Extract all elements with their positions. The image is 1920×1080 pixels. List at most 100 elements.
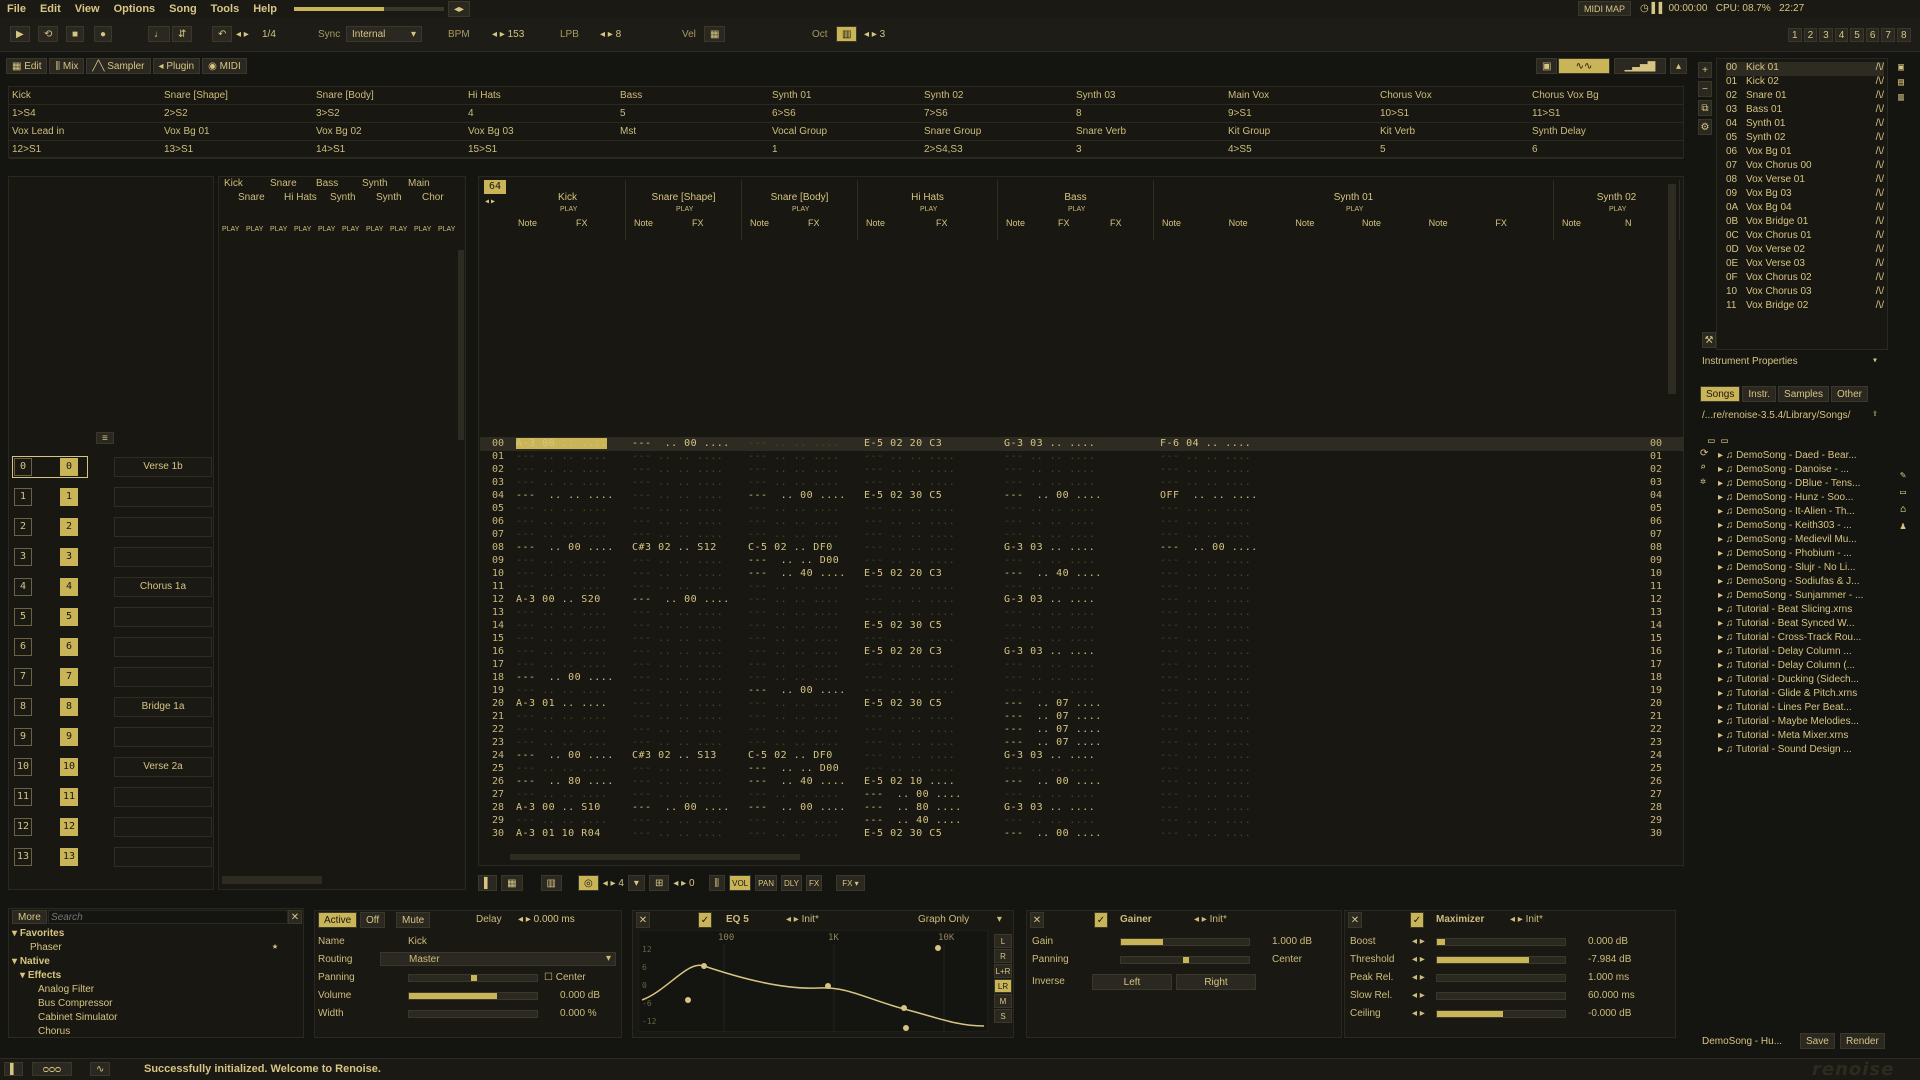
tab-midi[interactable]: ◉ MIDI [202,58,247,74]
sequence-slot-number[interactable]: 3 [14,548,32,566]
pan-column-button[interactable]: PAN [755,875,777,891]
column-header[interactable]: N [1625,218,1632,228]
boost-stepper[interactable]: ◂ ▸ [1412,936,1425,947]
sequence-pattern-number[interactable]: 5 [60,608,78,626]
instrument-item[interactable]: 0A Vox Bg 04 /\/ [1726,202,1884,216]
pattern-cell[interactable]: A-3 00 .. S20 [516,594,601,605]
routing-track-name[interactable]: Vox Bg 02 [313,123,465,140]
slow-value[interactable]: 60.000 ms [1588,990,1635,1001]
gain-slider[interactable] [1120,938,1250,946]
pattern-cell[interactable]: --- .. 07 .... [1004,724,1102,735]
instrument-item[interactable]: 0D Vox Verse 02 /\/ [1726,244,1884,258]
pattern-cell[interactable]: --- .. .. .... [748,646,839,657]
pattern-cell[interactable]: --- .. .. .... [1160,672,1251,683]
pattern-cell[interactable]: E-5 02 20 C3 [864,646,942,657]
sequence-slot-number[interactable]: 11 [14,788,32,806]
pattern-cell[interactable]: --- .. .. .... [864,685,955,696]
pattern-cell[interactable]: C-5 02 .. DF0 [748,542,833,553]
status-toggle-icon[interactable]: ▌ [4,1062,24,1076]
pattern-cell[interactable]: --- .. .. .... [1004,477,1095,488]
sync-dropdown[interactable]: Internal ▾ [346,26,422,42]
pattern-cell[interactable]: --- .. .. .... [864,529,955,540]
device-phaser[interactable]: Phaser [30,942,62,953]
pattern-cell[interactable]: --- .. .. .... [1160,516,1251,527]
track-header[interactable]: Bass PLAY Note FX FX [998,180,1154,240]
star-icon[interactable]: ★ [272,941,278,952]
panning-slider[interactable] [408,974,538,982]
sequence-section-name[interactable] [114,517,212,537]
pattern-cell[interactable]: --- .. .. .... [748,438,839,449]
sequence-slot-number[interactable]: 12 [14,818,32,836]
pattern-cell[interactable]: --- .. .. .... [632,607,723,618]
tab-samples[interactable]: Samples [1778,386,1829,402]
instrument-item[interactable]: 04 Synth 01 /\/ [1726,118,1884,132]
spectrum-button[interactable]: ▁▃▅▇ [1614,58,1666,74]
menu-song[interactable]: Song [162,3,204,15]
pattern-cell[interactable]: F-6 04 .. .... [1160,438,1251,449]
routing-track-send[interactable]: 1 [769,141,921,158]
sequence-section-name[interactable] [114,787,212,807]
routing-track-name[interactable]: Mst [617,123,769,140]
song-file-item[interactable]: ▸ ♫ Tutorial - Delay Column ... [1718,646,1894,660]
instrument-properties-label[interactable]: Instrument Properties [1702,356,1798,367]
ceiling-slider[interactable] [1436,1010,1566,1018]
routing-track-name[interactable]: Chorus Vox Bg [1529,87,1681,104]
page-8-button[interactable]: 8 [1896,28,1911,42]
pattern-cell[interactable]: --- .. .. .... [632,711,723,722]
gain-value[interactable]: 1.000 dB [1272,936,1312,947]
pattern-cell[interactable]: --- .. .. .... [748,516,839,527]
remove-instrument-icon[interactable]: − [1698,81,1712,97]
peak-stepper[interactable]: ◂ ▸ [1412,972,1425,983]
peak-slider[interactable] [1436,974,1566,982]
sequence-slot-number[interactable]: 2 [14,518,32,536]
pattern-cell[interactable]: --- .. .. .... [516,763,607,774]
routing-track-name[interactable]: Kit Group [1225,123,1377,140]
pattern-cell[interactable]: --- .. .. .... [516,529,607,540]
eq-channel-button[interactable]: R [994,949,1012,963]
pattern-cell[interactable]: --- .. 40 .... [864,815,962,826]
routing-track-send[interactable]: 15>S1 [465,141,617,158]
pattern-cell[interactable]: --- .. .. .... [516,659,607,670]
pattern-cell[interactable]: --- .. 00 .... [864,789,962,800]
eq-channel-button[interactable]: S [994,1009,1012,1023]
eq-mode-dropdown[interactable]: Graph Only ▾ [918,914,1002,925]
pattern-cell[interactable]: --- .. .. .... [632,464,723,475]
device-cabinet-simulator[interactable]: Cabinet Simulator [38,1012,117,1023]
close-icon[interactable]: ✕ [288,910,302,924]
pattern-cell[interactable]: --- .. .. .... [1160,776,1251,787]
editor-vscrollbar[interactable] [1668,184,1676,394]
off-button[interactable]: Off [360,912,386,928]
sequence-section-name[interactable] [114,487,212,507]
pattern-cell[interactable]: --- .. .. .... [1160,698,1251,709]
pattern-cell[interactable]: G-3 03 .. .... [1004,646,1095,657]
device-search-input[interactable] [48,910,288,924]
page-1-button[interactable]: 1 [1788,28,1802,42]
pattern-cell[interactable]: --- .. .. .... [748,659,839,670]
eq-close-icon[interactable]: ✕ [636,912,650,928]
pattern-cell[interactable]: --- .. 00 .... [516,672,614,683]
column-header[interactable]: Note [1162,218,1181,228]
menu-file[interactable]: File [0,3,33,15]
sequence-section-name[interactable]: Bridge 1a [114,697,212,717]
tab-instruments[interactable]: Instr. [1742,386,1777,402]
sequence-slot-number[interactable]: 9 [14,728,32,746]
instrument-item[interactable]: 0F Vox Chorus 02 /\/ [1726,272,1884,286]
pattern-cell[interactable]: --- .. .. .... [1160,763,1251,774]
tab-sampler[interactable]: ╱╲ Sampler [86,58,151,74]
pattern-cell[interactable]: --- .. 00 .... [632,438,730,449]
song-file-item[interactable]: ▸ ♫ Tutorial - Delay Column (... [1718,660,1894,674]
midi-map-button[interactable]: MIDI MAP [1578,1,1632,16]
pattern-number[interactable]: 64 [484,180,506,194]
velocity-keypad[interactable]: ▦ [704,26,726,42]
add-instrument-icon[interactable]: + [1698,62,1712,78]
pattern-cell[interactable]: --- .. .. .... [1004,581,1095,592]
instrument-item[interactable]: 05 Synth 02 /\/ [1726,132,1884,146]
pattern-cell[interactable]: --- .. .. .... [1160,451,1251,462]
favorites-icon[interactable]: ✲ [1700,476,1708,487]
pattern-cell[interactable]: --- .. .. .... [516,620,607,631]
pattern-cell[interactable]: --- .. .. .... [1004,503,1095,514]
pattern-cell[interactable]: --- .. .. .... [632,685,723,696]
threshold-stepper[interactable]: ◂ ▸ [1412,954,1425,965]
pattern-cell[interactable]: C#3 02 .. S13 [632,750,717,761]
scope-toggle-button[interactable]: ▣ [1536,58,1558,74]
